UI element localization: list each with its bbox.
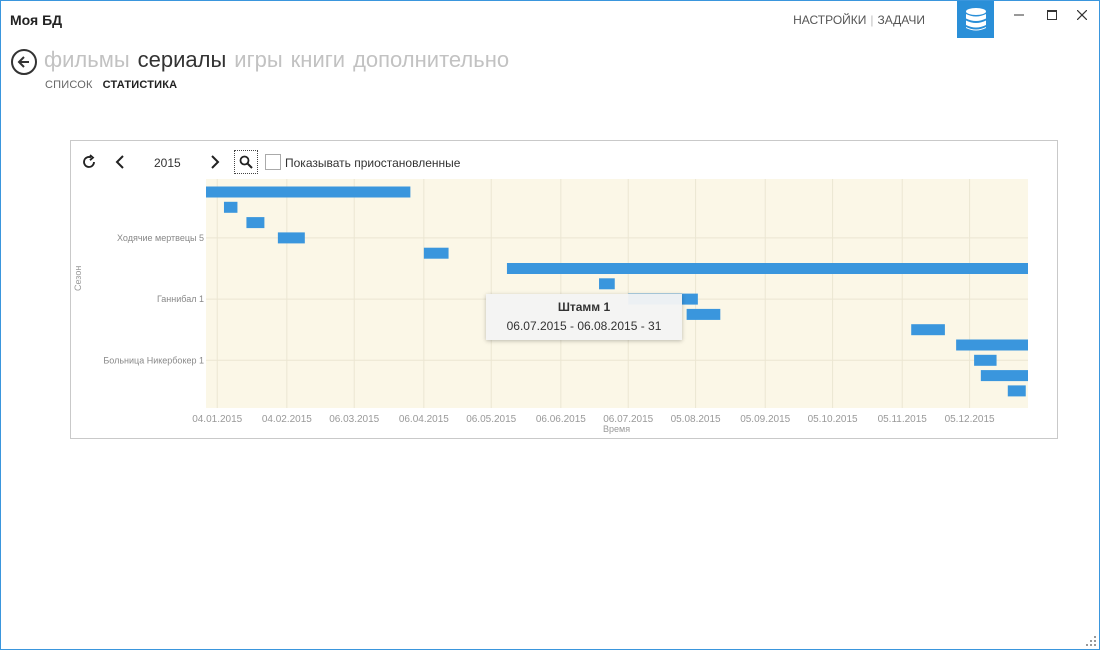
x-tick-label: 04.01.2015 bbox=[192, 414, 242, 425]
resize-grip-icon[interactable] bbox=[1086, 636, 1096, 646]
app-title: Моя БД bbox=[10, 12, 63, 28]
gantt-chart: 04.01.2015 04.02.2015 06.03.2015 06.04.2015… bbox=[103, 179, 1028, 425]
x-tick-label: 06.06.2015 bbox=[536, 414, 586, 425]
close-button[interactable] bbox=[1067, 5, 1097, 25]
tasks-link[interactable]: ЗАДАЧИ bbox=[878, 13, 925, 27]
title-bar[interactable]: Моя БД НАСТРОЙКИ | ЗАДАЧИ bbox=[1, 1, 1099, 41]
y-tick-label: Ходячие мертвецы 5 bbox=[117, 233, 204, 243]
x-tick-label: 04.02.2015 bbox=[262, 414, 312, 425]
x-tick-label: 06.03.2015 bbox=[329, 414, 379, 425]
gantt-bar[interactable] bbox=[974, 354, 997, 366]
back-arrow-icon bbox=[17, 56, 29, 68]
tab-books[interactable]: книги bbox=[291, 47, 345, 72]
gantt-bar[interactable] bbox=[277, 232, 305, 244]
y-axis-title: Сезон bbox=[73, 265, 83, 291]
tab-more[interactable]: дополнительно bbox=[353, 47, 509, 72]
gantt-bar[interactable] bbox=[423, 247, 449, 259]
gantt-bar[interactable] bbox=[246, 217, 265, 229]
gantt-bar[interactable] bbox=[980, 370, 1028, 382]
subtab-list[interactable]: СПИСОК bbox=[45, 79, 93, 91]
separator: | bbox=[870, 13, 874, 27]
chart-panel: 2015 Показывать приостановленные 04.01.2… bbox=[70, 140, 1058, 439]
gantt-bar[interactable] bbox=[1007, 385, 1026, 397]
minimize-button[interactable] bbox=[1004, 5, 1034, 25]
maximize-button[interactable] bbox=[1037, 5, 1067, 25]
gantt-bar[interactable] bbox=[206, 186, 411, 198]
main-nav: фильмы сериалы игры книги дополнительно bbox=[44, 47, 517, 73]
chart-tooltip: Штамм 1 06.07.2015 - 06.08.2015 - 31 bbox=[486, 294, 682, 340]
y-tick-label: Ганнибал 1 bbox=[157, 294, 204, 304]
x-tick-label: 05.08.2015 bbox=[671, 414, 721, 425]
x-tick-label: 05.09.2015 bbox=[740, 414, 790, 425]
tab-games[interactable]: игры bbox=[234, 47, 282, 72]
database-icon[interactable] bbox=[957, 1, 994, 38]
y-tick-label: Больница Никербокер 1 bbox=[103, 355, 204, 365]
x-tick-label: 06.04.2015 bbox=[399, 414, 449, 425]
subtab-statistics[interactable]: СТАТИСТИКА bbox=[103, 79, 178, 91]
gantt-bar[interactable] bbox=[956, 339, 1028, 351]
gantt-bar[interactable] bbox=[911, 324, 945, 336]
app-window: Моя БД НАСТРОЙКИ | ЗАДАЧИ фильмы сериалы… bbox=[0, 0, 1100, 650]
gantt-bar[interactable] bbox=[506, 263, 1028, 274]
x-tick-label: 06.05.2015 bbox=[466, 414, 516, 425]
settings-link[interactable]: НАСТРОЙКИ bbox=[793, 13, 866, 27]
x-axis-title: Время bbox=[603, 424, 631, 434]
x-tick-label: 05.10.2015 bbox=[808, 414, 858, 425]
x-tick-label: 05.11.2015 bbox=[878, 414, 928, 425]
gantt-bar[interactable] bbox=[686, 308, 721, 320]
back-button[interactable] bbox=[11, 49, 37, 75]
sub-nav: СПИСОК СТАТИСТИКА bbox=[45, 79, 187, 91]
tab-series[interactable]: сериалы bbox=[138, 47, 227, 72]
gantt-bar[interactable] bbox=[223, 201, 238, 213]
tooltip-title: Штамм 1 bbox=[557, 300, 611, 314]
tooltip-text: 06.07.2015 - 06.08.2015 - 31 bbox=[506, 319, 662, 333]
x-tick-label: 05.12.2015 bbox=[945, 414, 995, 425]
gantt-bar[interactable] bbox=[599, 278, 615, 290]
top-links: НАСТРОЙКИ | ЗАДАЧИ bbox=[793, 13, 925, 27]
tab-films[interactable]: фильмы bbox=[44, 47, 130, 72]
